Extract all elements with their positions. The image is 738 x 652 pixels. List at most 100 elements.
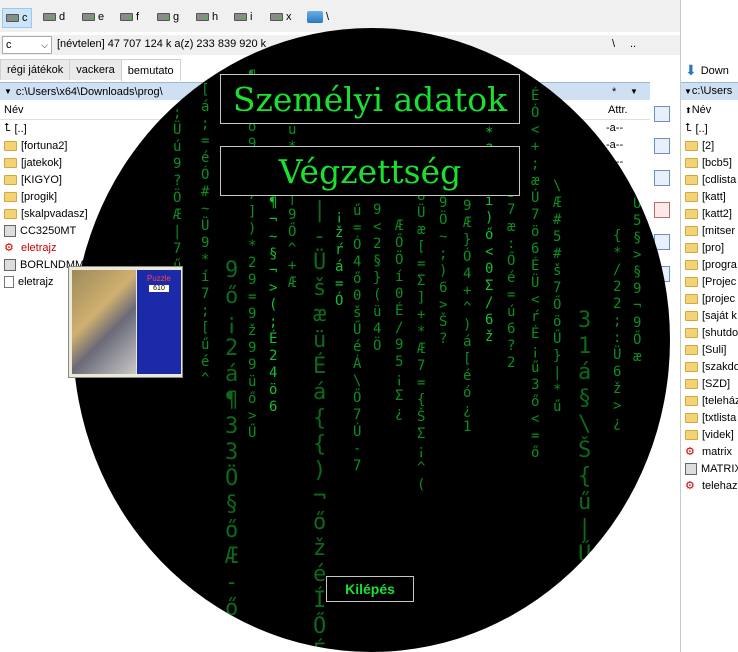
disk-icon: [157, 13, 170, 21]
list-item[interactable]: [cdlista: [685, 171, 736, 188]
disk-icon: [6, 14, 19, 22]
list-item[interactable]: [projec: [685, 290, 735, 307]
disk-icon: [43, 13, 56, 21]
disk-icon: [270, 13, 283, 21]
network-icon: [307, 11, 323, 23]
folder-icon: [685, 191, 698, 202]
chevron-down-icon: ⌵: [41, 39, 48, 50]
download-arrow-icon: ⬇: [685, 62, 697, 78]
list-item[interactable]: [progra: [685, 256, 737, 273]
drive-button-g[interactable]: g: [157, 8, 179, 26]
list-item[interactable]: [2]: [685, 137, 714, 154]
library-icon: [4, 258, 16, 271]
list-item[interactable]: [saját k: [685, 307, 737, 324]
list-item[interactable]: ⮤ [..]: [685, 120, 708, 137]
puzzle-grid: [72, 270, 136, 374]
list-item[interactable]: MATRIX: [685, 460, 738, 477]
folder-icon: [685, 157, 698, 168]
library-icon: [4, 224, 16, 237]
list-item[interactable]: [fortuna2]: [4, 137, 67, 154]
folder-icon: [685, 242, 698, 253]
chevron-down-icon: ▼: [4, 87, 12, 96]
folder-icon: [685, 344, 698, 355]
executable-icon: ⚙: [685, 445, 695, 458]
list-item[interactable]: [Suli]: [685, 341, 726, 358]
download-button[interactable]: ⬇ Down: [685, 62, 729, 79]
up-arrow-icon: ⮤: [685, 122, 692, 134]
folder-icon: [685, 412, 698, 423]
chevron-down-icon: ▼: [684, 87, 692, 96]
executable-icon: ⚙: [685, 479, 695, 492]
folder-icon: [4, 191, 17, 202]
list-item[interactable]: [pro]: [685, 239, 724, 256]
folder-icon: [685, 361, 698, 372]
list-item[interactable]: [txtlista: [685, 409, 736, 426]
drive-button-f[interactable]: f: [120, 8, 139, 26]
list-item[interactable]: [jatekok]: [4, 154, 62, 171]
folder-icon: [685, 174, 698, 185]
right-column-name[interactable]: ⬆Név: [685, 104, 711, 116]
column-name[interactable]: Név: [4, 104, 24, 116]
folder-icon: [685, 140, 698, 151]
folder-icon: [685, 429, 698, 440]
list-item[interactable]: ⚙ eletrajz: [4, 239, 56, 256]
right-panel: ⬇ Down ▼c:\Users ⬆Név ⮤ [..] [2] [bcb5] [cdli…: [680, 0, 738, 652]
list-item[interactable]: [katt2]: [685, 205, 732, 222]
drive-button-c[interactable]: c: [2, 8, 32, 28]
disk-icon: [234, 13, 247, 21]
list-item[interactable]: [Projec: [685, 273, 736, 290]
puzzle-title: Puzzle: [146, 274, 171, 283]
drive-button-h[interactable]: h: [196, 8, 218, 26]
puzzle-sidepanel: Puzzle 610: [137, 270, 181, 374]
folder-icon: [685, 225, 698, 236]
folder-icon: [685, 327, 698, 338]
puzzle-score: 610: [149, 285, 169, 292]
list-item[interactable]: [shutdo: [685, 324, 738, 341]
executable-icon: ⚙: [4, 241, 14, 254]
folder-icon: [685, 395, 698, 406]
list-item[interactable]: [progik]: [4, 188, 57, 205]
folder-icon: [685, 276, 698, 287]
network-drive-button[interactable]: \: [307, 8, 329, 26]
folder-icon: [4, 174, 17, 185]
disk-icon: [82, 13, 95, 21]
list-item[interactable]: eletrajz: [4, 273, 53, 290]
list-item[interactable]: [katt]: [685, 188, 726, 205]
drive-select[interactable]: c ⌵: [2, 36, 52, 54]
drive-button-e[interactable]: e: [82, 8, 104, 26]
list-item[interactable]: [mitser: [685, 222, 735, 239]
up-arrow-icon: ⮤: [4, 122, 11, 134]
window-icon: [685, 462, 697, 475]
disk-icon: [196, 13, 209, 21]
personal-data-button[interactable]: Személyi adatok: [220, 74, 520, 124]
list-item[interactable]: [teleház: [685, 392, 738, 409]
folder-icon: [685, 310, 698, 321]
drive-button-x[interactable]: x: [270, 8, 292, 26]
right-path-bar[interactable]: ▼c:\Users: [681, 82, 738, 100]
folder-icon: [685, 208, 698, 219]
list-item[interactable]: [SZD]: [685, 375, 730, 392]
exit-button[interactable]: Kilépés: [326, 576, 414, 602]
list-item[interactable]: CC3250MT: [4, 222, 76, 239]
sort-up-icon: ⬆: [685, 106, 692, 115]
folder-icon: [4, 140, 17, 151]
list-item[interactable]: [videk]: [685, 426, 734, 443]
list-item[interactable]: [KIGYO]: [4, 171, 62, 188]
puzzle-thumbnail[interactable]: Puzzle 610: [68, 266, 183, 378]
folder-icon: [685, 378, 698, 389]
folder-icon: [685, 259, 698, 270]
drive-button-d[interactable]: d: [43, 8, 65, 26]
folder-icon: [685, 293, 698, 304]
file-icon: [4, 275, 14, 288]
folder-icon: [4, 208, 17, 219]
drive-button-i[interactable]: i: [234, 8, 252, 26]
tab-regi-jatekok[interactable]: régi játékok: [0, 59, 71, 80]
list-item[interactable]: ⚙ matrix: [685, 443, 732, 460]
folder-icon: [4, 157, 17, 168]
education-button[interactable]: Végzettség: [220, 146, 520, 196]
disk-icon: [120, 13, 133, 21]
list-item[interactable]: [szakdo: [685, 358, 738, 375]
list-item[interactable]: [bcb5]: [685, 154, 732, 171]
list-item[interactable]: ⚙ telehaz: [685, 477, 737, 494]
list-item[interactable]: ⮤ [..]: [4, 120, 27, 137]
